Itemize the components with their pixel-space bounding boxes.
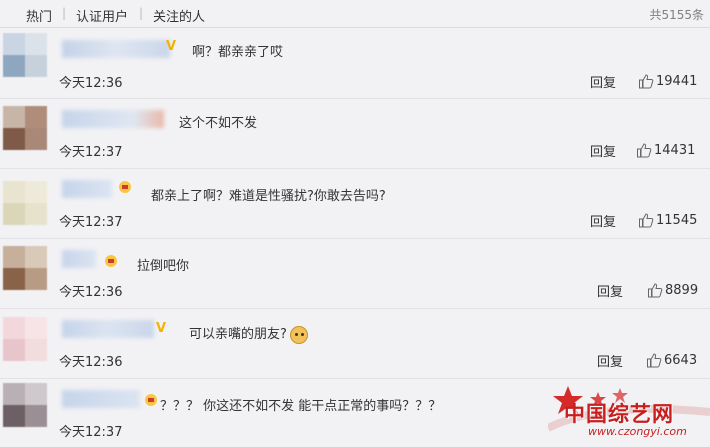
watermark-brand: 中国综艺网 — [564, 401, 674, 426]
site-watermark: 中国综艺网 www.czongyi.com — [546, 378, 710, 447]
crown-badge-icon — [103, 253, 119, 269]
tab-verified-users[interactable]: 认证用户 — [76, 6, 128, 25]
comment-item: V 啊？都亲亲了哎 今天12:36 回复 19441 — [0, 29, 710, 99]
reply-button[interactable]: 回复 — [597, 351, 623, 370]
comment-text: 可以亲嘴的朋友? — [189, 323, 308, 344]
tab-following[interactable]: 关注的人 — [153, 6, 205, 25]
thumbs-up-icon — [639, 74, 654, 89]
comment-item: V 可以亲嘴的朋友? 今天12:36 回复 6643 — [0, 309, 710, 379]
reply-button[interactable]: 回复 — [590, 141, 616, 160]
thumbs-up-icon — [647, 353, 662, 368]
avatar[interactable] — [3, 181, 47, 225]
comment-time: 今天12:37 — [59, 145, 123, 160]
comment-text: 啊？都亲亲了哎 — [192, 45, 284, 60]
reply-button[interactable]: 回复 — [590, 211, 616, 230]
crown-badge-icon — [117, 179, 133, 195]
avatar[interactable] — [3, 106, 47, 150]
like-count: 8899 — [665, 283, 699, 298]
comment-item: 这个不如不发 今天12:37 回复 14431 — [0, 99, 710, 169]
watermark-url: www.czongyi.com — [588, 425, 687, 438]
thumbs-up-icon — [637, 143, 652, 158]
avatar[interactable] — [3, 246, 47, 290]
thumbs-up-icon — [648, 283, 663, 298]
username[interactable] — [62, 110, 164, 128]
username[interactable] — [62, 320, 154, 338]
avatar[interactable] — [3, 383, 47, 427]
comment-item: 拉倒吧你 今天12:36 回复 8899 — [0, 239, 710, 309]
reply-button[interactable]: 回复 — [590, 72, 616, 91]
like-count: 14431 — [654, 143, 696, 158]
thumbs-up-icon — [639, 213, 654, 228]
username[interactable] — [62, 250, 96, 268]
comment-text: 都亲上了啊？难道是性骚扰?你敢去告吗? — [151, 189, 386, 204]
comment-time: 今天12:36 — [59, 355, 123, 370]
username[interactable] — [62, 180, 112, 198]
avatar[interactable] — [3, 33, 47, 77]
comment-time: 今天12:36 — [59, 285, 123, 300]
comment-text-body: 可以亲嘴的朋友? — [189, 327, 287, 342]
doge-icon — [289, 325, 308, 344]
username[interactable] — [62, 40, 170, 58]
tab-separator: | — [62, 6, 67, 20]
like-count: 6643 — [664, 353, 698, 368]
vip-badge-icon: V — [155, 321, 167, 336]
username[interactable] — [62, 390, 140, 408]
comment-time: 今天12:36 — [59, 76, 123, 91]
comment-time: 今天12:37 — [59, 425, 123, 440]
comment-text: 拉倒吧你 — [137, 259, 190, 274]
vip-badge-icon: V — [165, 39, 177, 54]
tab-hot[interactable]: 热门 — [26, 6, 52, 25]
crown-badge-icon — [143, 392, 159, 408]
comment-text: 这个不如不发 — [179, 116, 258, 131]
avatar[interactable] — [3, 317, 47, 361]
total-count: 共5155条 — [649, 8, 704, 22]
comment-time: 今天12:37 — [59, 215, 123, 230]
like-count: 11545 — [656, 213, 698, 228]
tab-separator: | — [139, 6, 144, 20]
comment-item: 都亲上了啊？难道是性骚扰?你敢去告吗? 今天12:37 回复 11545 — [0, 169, 710, 239]
comment-filter-bar: 热门 | 认证用户 | 关注的人 共5155条 — [0, 0, 710, 28]
reply-button[interactable]: 回复 — [597, 281, 623, 300]
comment-text: ？？？ 你这还不如不发 能干点正常的事吗？？？ — [160, 399, 442, 414]
like-count: 19441 — [656, 74, 698, 89]
